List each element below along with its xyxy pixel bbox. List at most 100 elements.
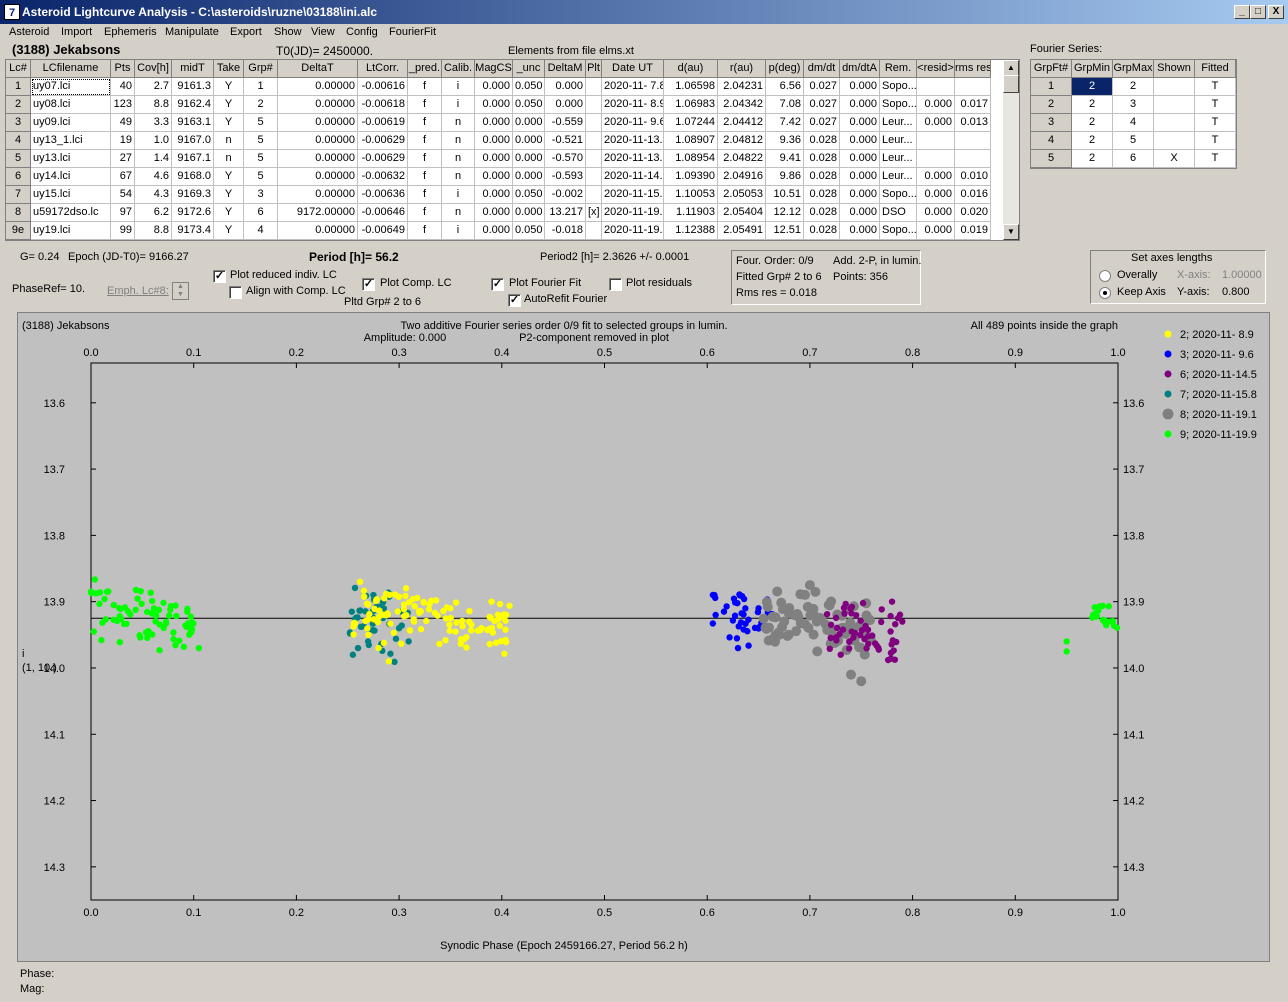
table-cell[interactable]: -0.559 [545,114,586,132]
column-header[interactable]: Grp# [244,60,278,78]
table-cell[interactable]: 2 [1072,78,1113,96]
table-cell[interactable]: 8.8 [135,222,172,240]
table-cell[interactable]: 67 [111,168,135,186]
table-cell[interactable]: 6 [244,204,278,222]
menu-manipulate[interactable]: Manipulate [165,26,219,38]
table-cell[interactable]: Sopo... [880,78,917,96]
table-cell[interactable]: 5 [244,150,278,168]
table-cell[interactable]: 0.000 [917,222,955,240]
table-cell[interactable]: 0.000 [513,168,545,186]
table-cell[interactable]: 0.050 [513,78,545,96]
table-cell[interactable]: 2020-11-15.8 [602,186,664,204]
column-header[interactable]: Calib. [442,60,475,78]
table-cell[interactable]: 0.027 [804,78,840,96]
table-cell[interactable]: 2.05491 [718,222,766,240]
table-cell[interactable]: 2 [1072,96,1113,114]
table-cell[interactable] [1154,78,1195,96]
minimize-button[interactable]: _ [1234,5,1250,19]
keep-axis-radio[interactable] [1099,287,1111,299]
close-button[interactable]: X [1268,5,1284,19]
table-cell[interactable]: 6.2 [135,204,172,222]
table-cell[interactable]: 2 [1072,114,1113,132]
table-cell[interactable]: 9167.0 [172,132,214,150]
table-cell[interactable]: 4 [1113,114,1154,132]
column-header[interactable]: Cov[h] [135,60,172,78]
table-cell[interactable]: Y [214,186,244,204]
table-cell[interactable] [586,150,602,168]
table-cell[interactable]: 0.000 [917,96,955,114]
table-cell[interactable]: 3 [1113,96,1154,114]
table-cell[interactable]: Leur... [880,150,917,168]
table-cell[interactable]: 5 [244,114,278,132]
table-cell[interactable]: 9163.1 [172,114,214,132]
table-cell[interactable]: f [408,168,442,186]
table-cell[interactable]: 0.028 [804,132,840,150]
table-cell[interactable]: f [408,132,442,150]
table-cell[interactable]: 0.00000 [278,78,358,96]
table-cell[interactable]: 19 [111,132,135,150]
table-cell[interactable]: 0.000 [475,204,513,222]
table-cell[interactable]: Y [214,204,244,222]
table-cell[interactable]: 2.05404 [718,204,766,222]
column-header[interactable]: Lc# [6,60,31,78]
table-cell[interactable]: 0.050 [513,222,545,240]
column-header[interactable]: d(au) [664,60,718,78]
column-header[interactable]: LtCorr. [358,60,408,78]
table-cell[interactable]: -0.521 [545,132,586,150]
table-cell[interactable]: f [408,150,442,168]
table-cell[interactable]: 0.027 [804,114,840,132]
table-cell[interactable]: 1.09390 [664,168,718,186]
scroll-down-icon[interactable]: ▼ [1003,224,1019,240]
table-cell[interactable]: 0.00000 [278,186,358,204]
table-cell[interactable]: Leur... [880,114,917,132]
plot-residuals-checkbox[interactable] [609,278,622,291]
plot-fourier-checkbox[interactable]: ✓ [491,278,504,291]
table-cell[interactable]: 2020-11- 8.9 [602,96,664,114]
table-cell[interactable]: -0.00629 [358,132,408,150]
table-cell[interactable] [586,96,602,114]
table-cell[interactable]: 5 [1113,132,1154,150]
table-cell[interactable]: 1.4 [135,150,172,168]
row-header[interactable]: 9e [6,222,31,240]
table-cell[interactable]: f [408,114,442,132]
table-cell[interactable]: n [442,168,475,186]
lightcurve-table[interactable]: Lc# LCfilename Pts Cov[h] midT Take Grp# DeltaT… [5,59,1020,241]
table-cell[interactable]: 0.000 [840,168,880,186]
table-cell[interactable]: -0.002 [545,186,586,204]
table-cell[interactable]: 0.017 [955,96,991,114]
table-cell[interactable] [586,222,602,240]
table-cell[interactable]: Leur... [880,168,917,186]
table-cell[interactable]: 4.6 [135,168,172,186]
table-cell[interactable]: 0.000 [840,96,880,114]
period2-value[interactable]: Period2 [h]= 2.3626 +/- 0.0001 [540,251,689,263]
table-cell[interactable]: 1.06598 [664,78,718,96]
table-cell[interactable]: i [442,78,475,96]
row-header[interactable]: 5 [1031,150,1072,168]
table-cell[interactable]: Sopo... [880,186,917,204]
menu-asteroid[interactable]: Asteroid [9,26,49,38]
table-cell[interactable]: 2 [1072,132,1113,150]
table-cell[interactable]: uy13.lci [31,150,111,168]
menu-config[interactable]: Config [346,26,378,38]
table-cell[interactable]: 2020-11- 7.8 [602,78,664,96]
table-cell[interactable]: 0.028 [804,204,840,222]
table-cell[interactable]: uy19.lci [31,222,111,240]
table-cell[interactable]: 5 [244,168,278,186]
table-cell[interactable]: Sopo... [880,96,917,114]
table-cell[interactable]: [x] [586,204,602,222]
table-cell[interactable]: 0.000 [475,186,513,204]
table-cell[interactable]: 5 [244,132,278,150]
table-cell[interactable]: 9.86 [766,168,804,186]
table-cell[interactable]: T [1195,78,1236,96]
row-header[interactable]: 4 [1031,132,1072,150]
table-cell[interactable] [955,132,991,150]
table-cell[interactable]: 49 [111,114,135,132]
table-cell[interactable]: 2020-11- 9.6 [602,114,664,132]
table-cell[interactable]: 2020-11-13.5 [602,132,664,150]
table-cell[interactable]: 7.42 [766,114,804,132]
table-cell[interactable]: 0.00000 [278,96,358,114]
table-cell[interactable] [1154,132,1195,150]
table-cell[interactable]: 2 [1072,150,1113,168]
table-cell[interactable]: f [408,186,442,204]
autorefit-checkbox[interactable]: ✓ [508,294,521,307]
